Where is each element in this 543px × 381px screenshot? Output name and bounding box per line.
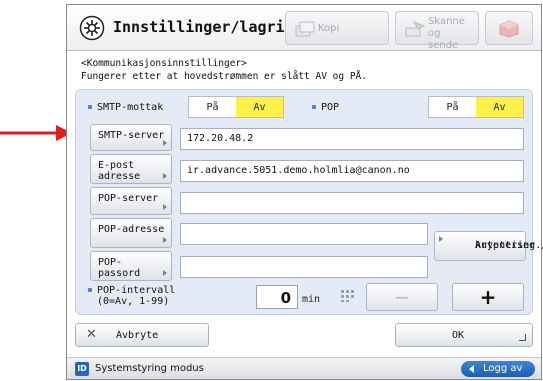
ok-label: OK <box>452 330 465 341</box>
pop-label: POP <box>321 102 340 113</box>
close-icon: ✕ <box>86 327 97 342</box>
pop-address-label: POP-adresse <box>98 224 165 235</box>
pop-password-label-line2: passord <box>98 268 141 279</box>
smtp-receive-toggle: På Av <box>188 96 284 118</box>
email-address-input[interactable]: ir.advance.5051.demo.holmlia@canon.no <box>180 160 524 182</box>
settings-window: Innstillinger/lagring Kopi Skanne og sen… <box>66 4 543 380</box>
settings-gear-icon[interactable] <box>79 15 105 41</box>
pop-password-input[interactable] <box>180 256 428 278</box>
extra-mode-button[interactable] <box>485 11 533 45</box>
pop-label-wrap: POP <box>312 102 339 113</box>
logout-label: Logg av <box>483 363 523 374</box>
smtp-receive-label: SMTP-mottak <box>97 102 164 113</box>
arrow-right-icon <box>163 173 167 179</box>
pop-address-input[interactable] <box>180 223 428 245</box>
cancel-button[interactable]: ✕ Avbryte <box>75 323 209 347</box>
pop-server-button[interactable]: POP-server <box>90 187 172 215</box>
pop-password-button[interactable]: POP- passord <box>90 251 172 281</box>
annotation-arrow-icon <box>0 125 72 141</box>
ok-button[interactable]: OK <box>395 323 533 347</box>
arrow-right-icon <box>163 237 167 243</box>
pop-address-button[interactable]: POP-adresse <box>90 218 172 248</box>
page-title: Innstillinger/lagring <box>113 18 303 36</box>
smtp-server-label: SMTP-server <box>98 130 165 141</box>
pop-interval-label-line2: (0=Av, 1-99) <box>97 296 170 307</box>
scan-send-mode-button[interactable]: Skanne og sende <box>395 11 479 51</box>
keypad-icon[interactable] <box>340 289 356 303</box>
id-badge: ID <box>75 362 89 376</box>
copy-icon <box>295 21 315 37</box>
decrement-button[interactable]: − <box>366 283 438 311</box>
increment-button[interactable]: + <box>452 283 524 311</box>
info-line-2: Fungerer etter at hovedstrømmen er slått… <box>81 71 367 82</box>
bullet-icon <box>88 105 92 109</box>
scan-send-icon <box>405 21 426 37</box>
pop-password-label-line1: POP- <box>98 257 123 268</box>
email-address-label-line2: adresse <box>98 171 141 182</box>
info-text: <Kommunikasjonsinnstillinger> Fungerer e… <box>81 57 367 83</box>
pop-interval-unit: min <box>302 294 321 305</box>
logout-icon <box>469 365 474 373</box>
pop-interval-label-line1: POP-intervall <box>97 285 176 296</box>
smtp-server-input[interactable]: 172.20.48.2 <box>180 128 524 150</box>
bullet-icon <box>88 288 92 292</box>
status-bar: ID Systemstyring modus Logg av <box>67 357 541 379</box>
smtp-server-button[interactable]: SMTP-server <box>90 124 172 151</box>
auth-label-line2: kryptering <box>475 240 536 251</box>
pop-toggle: På Av <box>428 96 524 118</box>
logout-button[interactable]: Logg av <box>461 361 535 377</box>
pop-server-input[interactable] <box>180 192 524 214</box>
cancel-label: Avbryte <box>116 330 159 341</box>
copy-mode-button[interactable]: Kopi <box>285 11 389 45</box>
cube-icon <box>499 20 519 38</box>
email-address-label-line1: E-post <box>98 160 135 171</box>
pop-interval-label-wrap: POP-intervall (0=Av, 1-99) <box>88 285 175 307</box>
arrow-right-icon <box>163 270 167 276</box>
corner-icon <box>519 334 526 341</box>
smtp-receive-off-option[interactable]: Av <box>236 97 283 117</box>
title-bar: Innstillinger/lagring Kopi Skanne og sen… <box>67 5 541 51</box>
copy-mode-label: Kopi <box>318 23 340 34</box>
scan-send-label-line2: sende <box>428 40 459 51</box>
arrow-right-icon <box>163 204 167 210</box>
system-mode-text: Systemstyring modus <box>95 363 204 374</box>
smtp-receive-on-option[interactable]: På <box>189 97 236 117</box>
arrow-right-icon <box>163 140 167 146</box>
pop-on-option[interactable]: På <box>429 97 476 117</box>
auth-encryption-button[interactable]: Autentiser./ kryptering <box>434 231 543 261</box>
arrow-right-icon <box>439 236 443 242</box>
pop-off-option[interactable]: Av <box>476 97 523 117</box>
bullet-icon <box>312 105 316 109</box>
settings-panel: SMTP-mottak På Av POP På Av SMTP-server … <box>75 89 543 315</box>
smtp-receive-label-wrap: SMTP-mottak <box>88 102 163 113</box>
pop-interval-value[interactable]: 0 <box>256 285 298 309</box>
info-line-1: <Kommunikasjonsinnstillinger> <box>81 58 247 69</box>
pop-server-label: POP-server <box>98 193 159 204</box>
scan-send-label-line1: Skanne og <box>428 16 465 39</box>
email-address-button[interactable]: E-post adresse <box>90 154 172 184</box>
